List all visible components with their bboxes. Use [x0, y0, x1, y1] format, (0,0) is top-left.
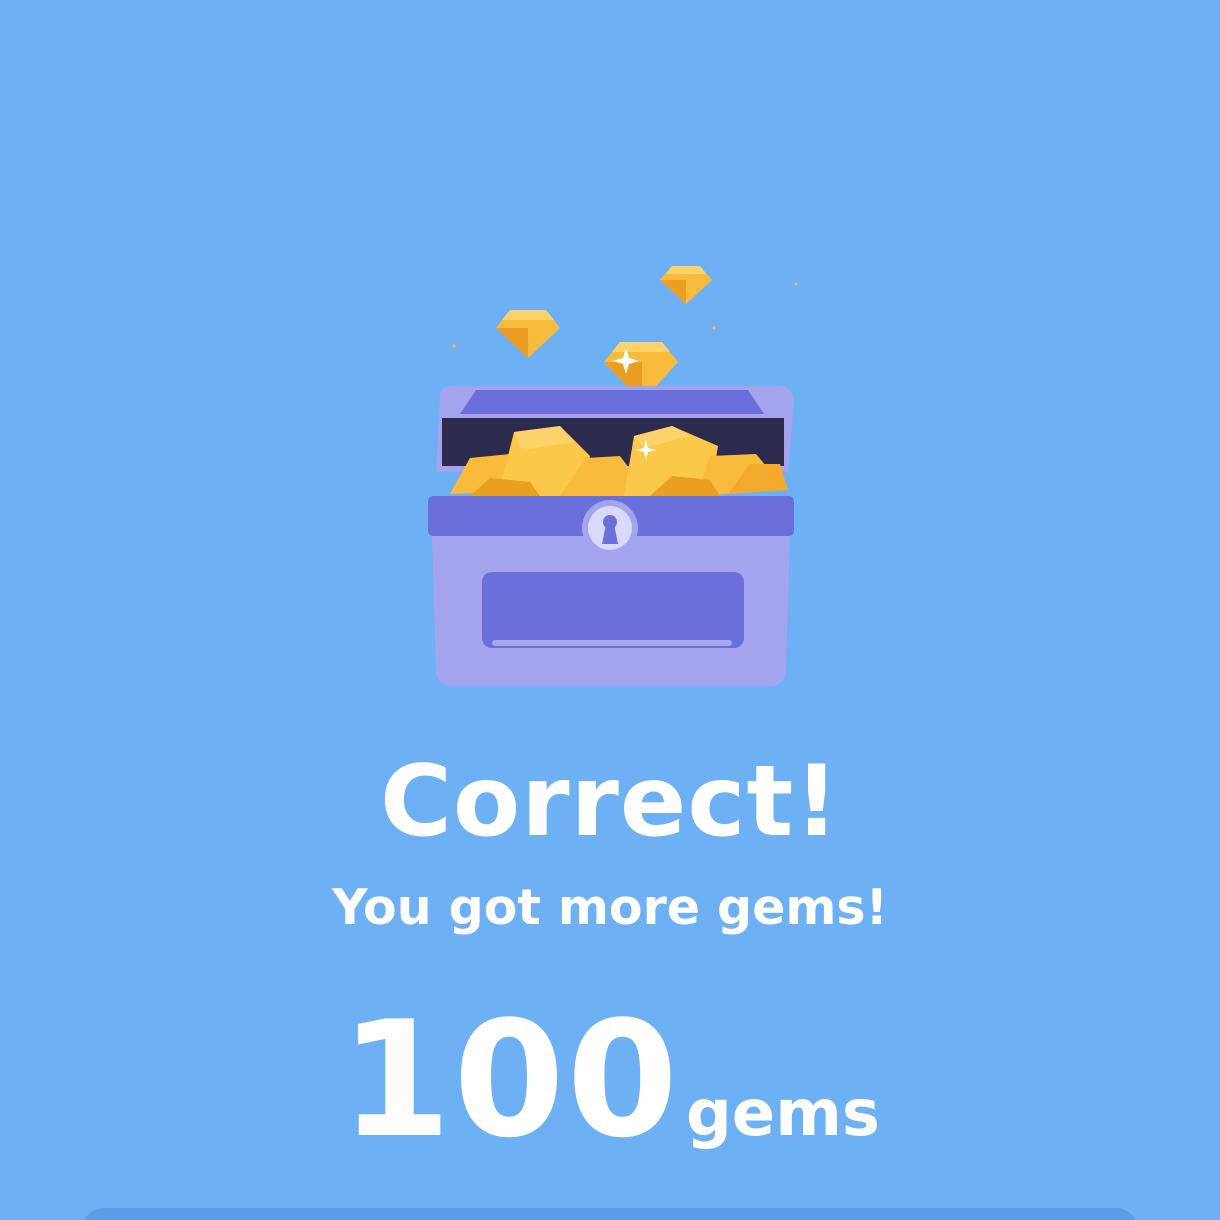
gem-amount: 100: [340, 986, 680, 1173]
gem-icon: [496, 310, 560, 358]
treasure-chest-illustration: [428, 266, 798, 686]
result-screen: Correct! You got more gems! 100gems: [0, 0, 1220, 1220]
result-subtitle: You got more gems!: [332, 879, 888, 936]
result-title: Correct!: [379, 745, 840, 859]
gem-reward: 100gems: [0, 1000, 1220, 1160]
gem-unit-label: gems: [685, 1077, 880, 1151]
lock-icon: [582, 500, 638, 556]
continue-button[interactable]: [82, 1208, 1138, 1220]
gem-icon: [660, 266, 712, 304]
